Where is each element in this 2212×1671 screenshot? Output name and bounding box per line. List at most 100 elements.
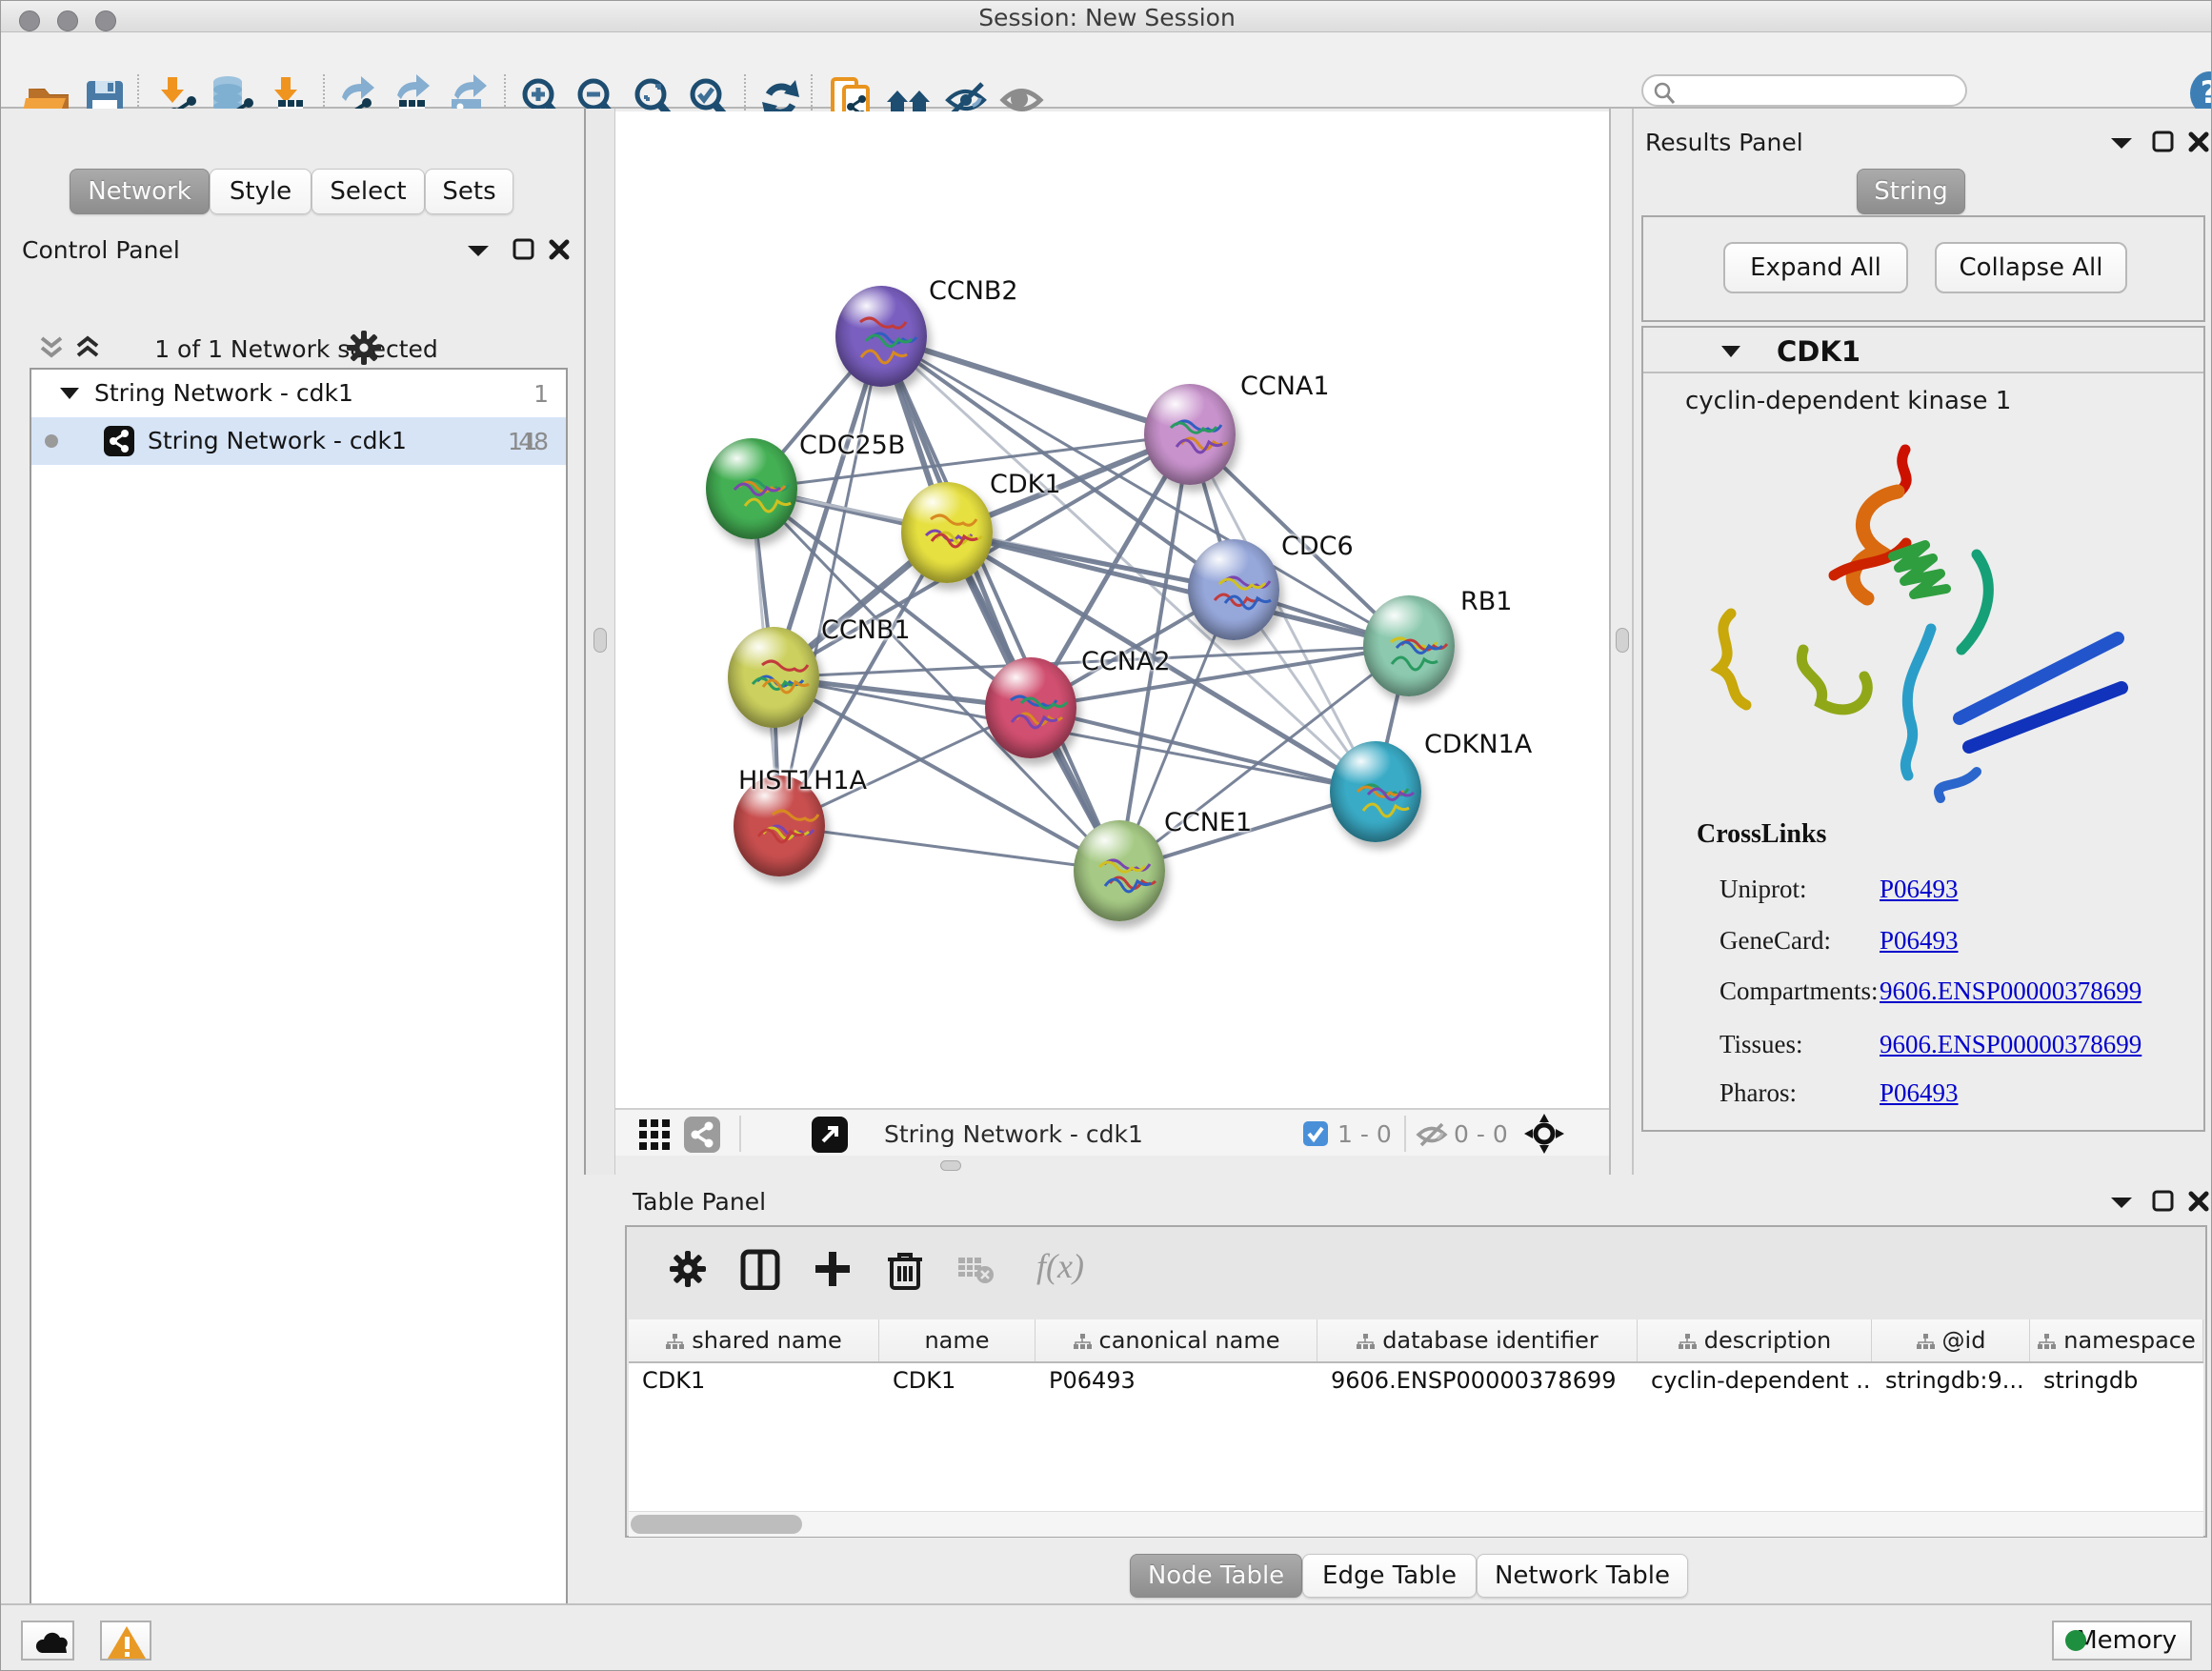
table-panel: Table Panel f(x) shared namenamecanonica… bbox=[608, 1175, 2212, 1603]
crosslink-link[interactable]: P06493 bbox=[1880, 875, 1959, 904]
delete-column-icon[interactable] bbox=[884, 1248, 930, 1294]
network-row-selected[interactable]: String Network - cdk1 11 48 bbox=[31, 417, 566, 465]
panel-menu-icon[interactable] bbox=[2109, 1194, 2134, 1215]
memory-button[interactable]: Memory bbox=[2052, 1621, 2192, 1661]
create-column-icon[interactable] bbox=[812, 1248, 857, 1294]
node-structure-thumbnail bbox=[1188, 539, 1279, 640]
search-input[interactable] bbox=[1683, 78, 1960, 103]
network-node-ccna2[interactable] bbox=[985, 657, 1076, 758]
tab-network-table[interactable]: Network Table bbox=[1477, 1554, 1688, 1598]
table-cell[interactable]: P06493 bbox=[1036, 1367, 1317, 1399]
network-node-ccnb1[interactable] bbox=[728, 627, 819, 728]
string-network-icon bbox=[104, 426, 134, 456]
network-edge[interactable] bbox=[779, 336, 881, 826]
tab-node-table[interactable]: Node Table bbox=[1130, 1554, 1302, 1598]
birds-eye-view-icon[interactable] bbox=[638, 1118, 671, 1155]
network-options-gear-icon[interactable] bbox=[344, 328, 384, 372]
splitter-grip[interactable] bbox=[940, 1160, 961, 1171]
column-header[interactable]: description bbox=[1638, 1319, 1872, 1361]
node-structure-thumbnail bbox=[728, 627, 819, 728]
network-edge[interactable] bbox=[779, 826, 1119, 871]
network-node-rb1[interactable] bbox=[1363, 595, 1455, 696]
crosslink-label: Uniprot: bbox=[1719, 875, 1807, 904]
table-cell[interactable]: 9606.ENSP00000378699 bbox=[1317, 1367, 1638, 1399]
network-node-ccnb2[interactable] bbox=[835, 286, 927, 387]
detach-view-icon[interactable] bbox=[812, 1117, 848, 1157]
tab-string[interactable]: String bbox=[1857, 169, 1965, 214]
table-cell[interactable]: CDK1 bbox=[629, 1367, 879, 1399]
close-panel-icon[interactable] bbox=[2187, 1190, 2210, 1217]
left-panel-splitter[interactable] bbox=[584, 109, 615, 1175]
node-label-cdk1: CDK1 bbox=[990, 470, 1061, 499]
panel-menu-icon[interactable] bbox=[466, 242, 491, 263]
scrollbar-thumb[interactable] bbox=[631, 1515, 802, 1534]
status-bar: Memory bbox=[1, 1603, 2212, 1671]
table-horizontal-scrollbar[interactable] bbox=[629, 1511, 2203, 1537]
node-results-section: CDK1 cyclin-dependent kinase 1 CrossLink… bbox=[1641, 326, 2205, 1132]
float-panel-icon[interactable] bbox=[513, 238, 535, 265]
network-collection-row[interactable]: String Network - cdk1 1 bbox=[31, 370, 566, 417]
column-header[interactable]: shared name bbox=[629, 1319, 879, 1361]
crosslink-link[interactable]: 9606.ENSP00000378699 bbox=[1880, 976, 2142, 1006]
collapse-triangle-icon[interactable] bbox=[58, 385, 81, 402]
table-cell[interactable]: stringdb:9... bbox=[1872, 1367, 2030, 1399]
float-panel-icon[interactable] bbox=[2152, 1190, 2175, 1217]
network-node-cdc25b[interactable] bbox=[706, 438, 797, 539]
network-node-ccne1[interactable] bbox=[1074, 820, 1165, 921]
node-navigation-icon[interactable] bbox=[1522, 1112, 1566, 1159]
column-header[interactable]: name bbox=[879, 1319, 1036, 1361]
network-node-cdk1[interactable] bbox=[901, 482, 993, 583]
table-header-row: shared namename canonical name database id… bbox=[629, 1319, 2203, 1363]
footer-separator bbox=[739, 1116, 741, 1152]
expand-all-button[interactable]: Expand All bbox=[1723, 242, 1908, 293]
network-node-cdkn1a[interactable] bbox=[1330, 741, 1421, 842]
right-panel-splitter[interactable] bbox=[1609, 109, 1634, 1175]
column-header[interactable]: namespace bbox=[2030, 1319, 2203, 1361]
horizontal-splitter[interactable] bbox=[615, 1156, 1609, 1175]
network-node-cdc6[interactable] bbox=[1188, 539, 1279, 640]
tab-edge-table[interactable]: Edge Table bbox=[1302, 1554, 1477, 1598]
expand-all-networks-icon[interactable] bbox=[73, 334, 102, 365]
tab-select[interactable]: Select bbox=[312, 169, 425, 214]
warnings-button[interactable] bbox=[100, 1621, 151, 1661]
memory-status-dot bbox=[2065, 1630, 2086, 1651]
splitter-grip[interactable] bbox=[593, 628, 607, 653]
show-columns-icon[interactable] bbox=[739, 1248, 785, 1294]
network-tree: String Network - cdk1 1 String Network -… bbox=[30, 368, 568, 1671]
collapse-all-button[interactable]: Collapse All bbox=[1935, 242, 2127, 293]
column-header-label: canonical name bbox=[1099, 1327, 1280, 1354]
collapse-triangle-icon[interactable] bbox=[1719, 343, 1742, 360]
crosslink-link[interactable]: 9606.ENSP00000378699 bbox=[1880, 1030, 2142, 1059]
warning-icon bbox=[106, 1624, 148, 1661]
column-header-label: database identifier bbox=[1382, 1327, 1599, 1354]
section-header[interactable]: CDK1 bbox=[1643, 328, 2203, 373]
float-panel-icon[interactable] bbox=[2152, 131, 2175, 157]
column-type-icon bbox=[1678, 1334, 1697, 1351]
tab-network[interactable]: Network bbox=[70, 169, 210, 214]
network-node-ccna1[interactable] bbox=[1144, 384, 1236, 485]
selected-checkbox-icon[interactable] bbox=[1303, 1121, 1328, 1150]
network-type-icon[interactable] bbox=[684, 1117, 720, 1157]
network-canvas[interactable]: CCNB2CCNA1CDC25BCDK1CDC6RB1CCNB1CCNA2CDK… bbox=[615, 111, 1609, 1108]
splitter-grip[interactable] bbox=[1616, 628, 1629, 653]
delete-table-icon-disabled bbox=[955, 1248, 1000, 1294]
close-panel-icon[interactable] bbox=[548, 238, 571, 265]
panel-menu-icon[interactable] bbox=[2109, 134, 2134, 155]
collapse-all-networks-icon[interactable] bbox=[37, 334, 66, 365]
network-edge[interactable] bbox=[881, 336, 1119, 871]
table-cell[interactable]: CDK1 bbox=[879, 1367, 1036, 1399]
table-cell[interactable]: cyclin-dependent ... bbox=[1638, 1367, 1872, 1399]
column-header[interactable]: @id bbox=[1872, 1319, 2030, 1361]
table-cell[interactable]: stringdb bbox=[2030, 1367, 2203, 1399]
tab-sets[interactable]: Sets bbox=[425, 169, 513, 214]
column-header[interactable]: canonical name bbox=[1036, 1319, 1317, 1361]
close-panel-icon[interactable] bbox=[2187, 131, 2210, 157]
hidden-eye-icon bbox=[1416, 1120, 1448, 1153]
tab-style[interactable]: Style bbox=[210, 169, 312, 214]
crosslink-link[interactable]: P06493 bbox=[1880, 1078, 1959, 1108]
crosslink-link[interactable]: P06493 bbox=[1880, 926, 1959, 956]
table-options-gear-icon[interactable] bbox=[667, 1248, 713, 1294]
cloud-status-button[interactable] bbox=[21, 1621, 74, 1661]
column-header[interactable]: database identifier bbox=[1317, 1319, 1638, 1361]
node-structure-thumbnail bbox=[1144, 384, 1236, 485]
